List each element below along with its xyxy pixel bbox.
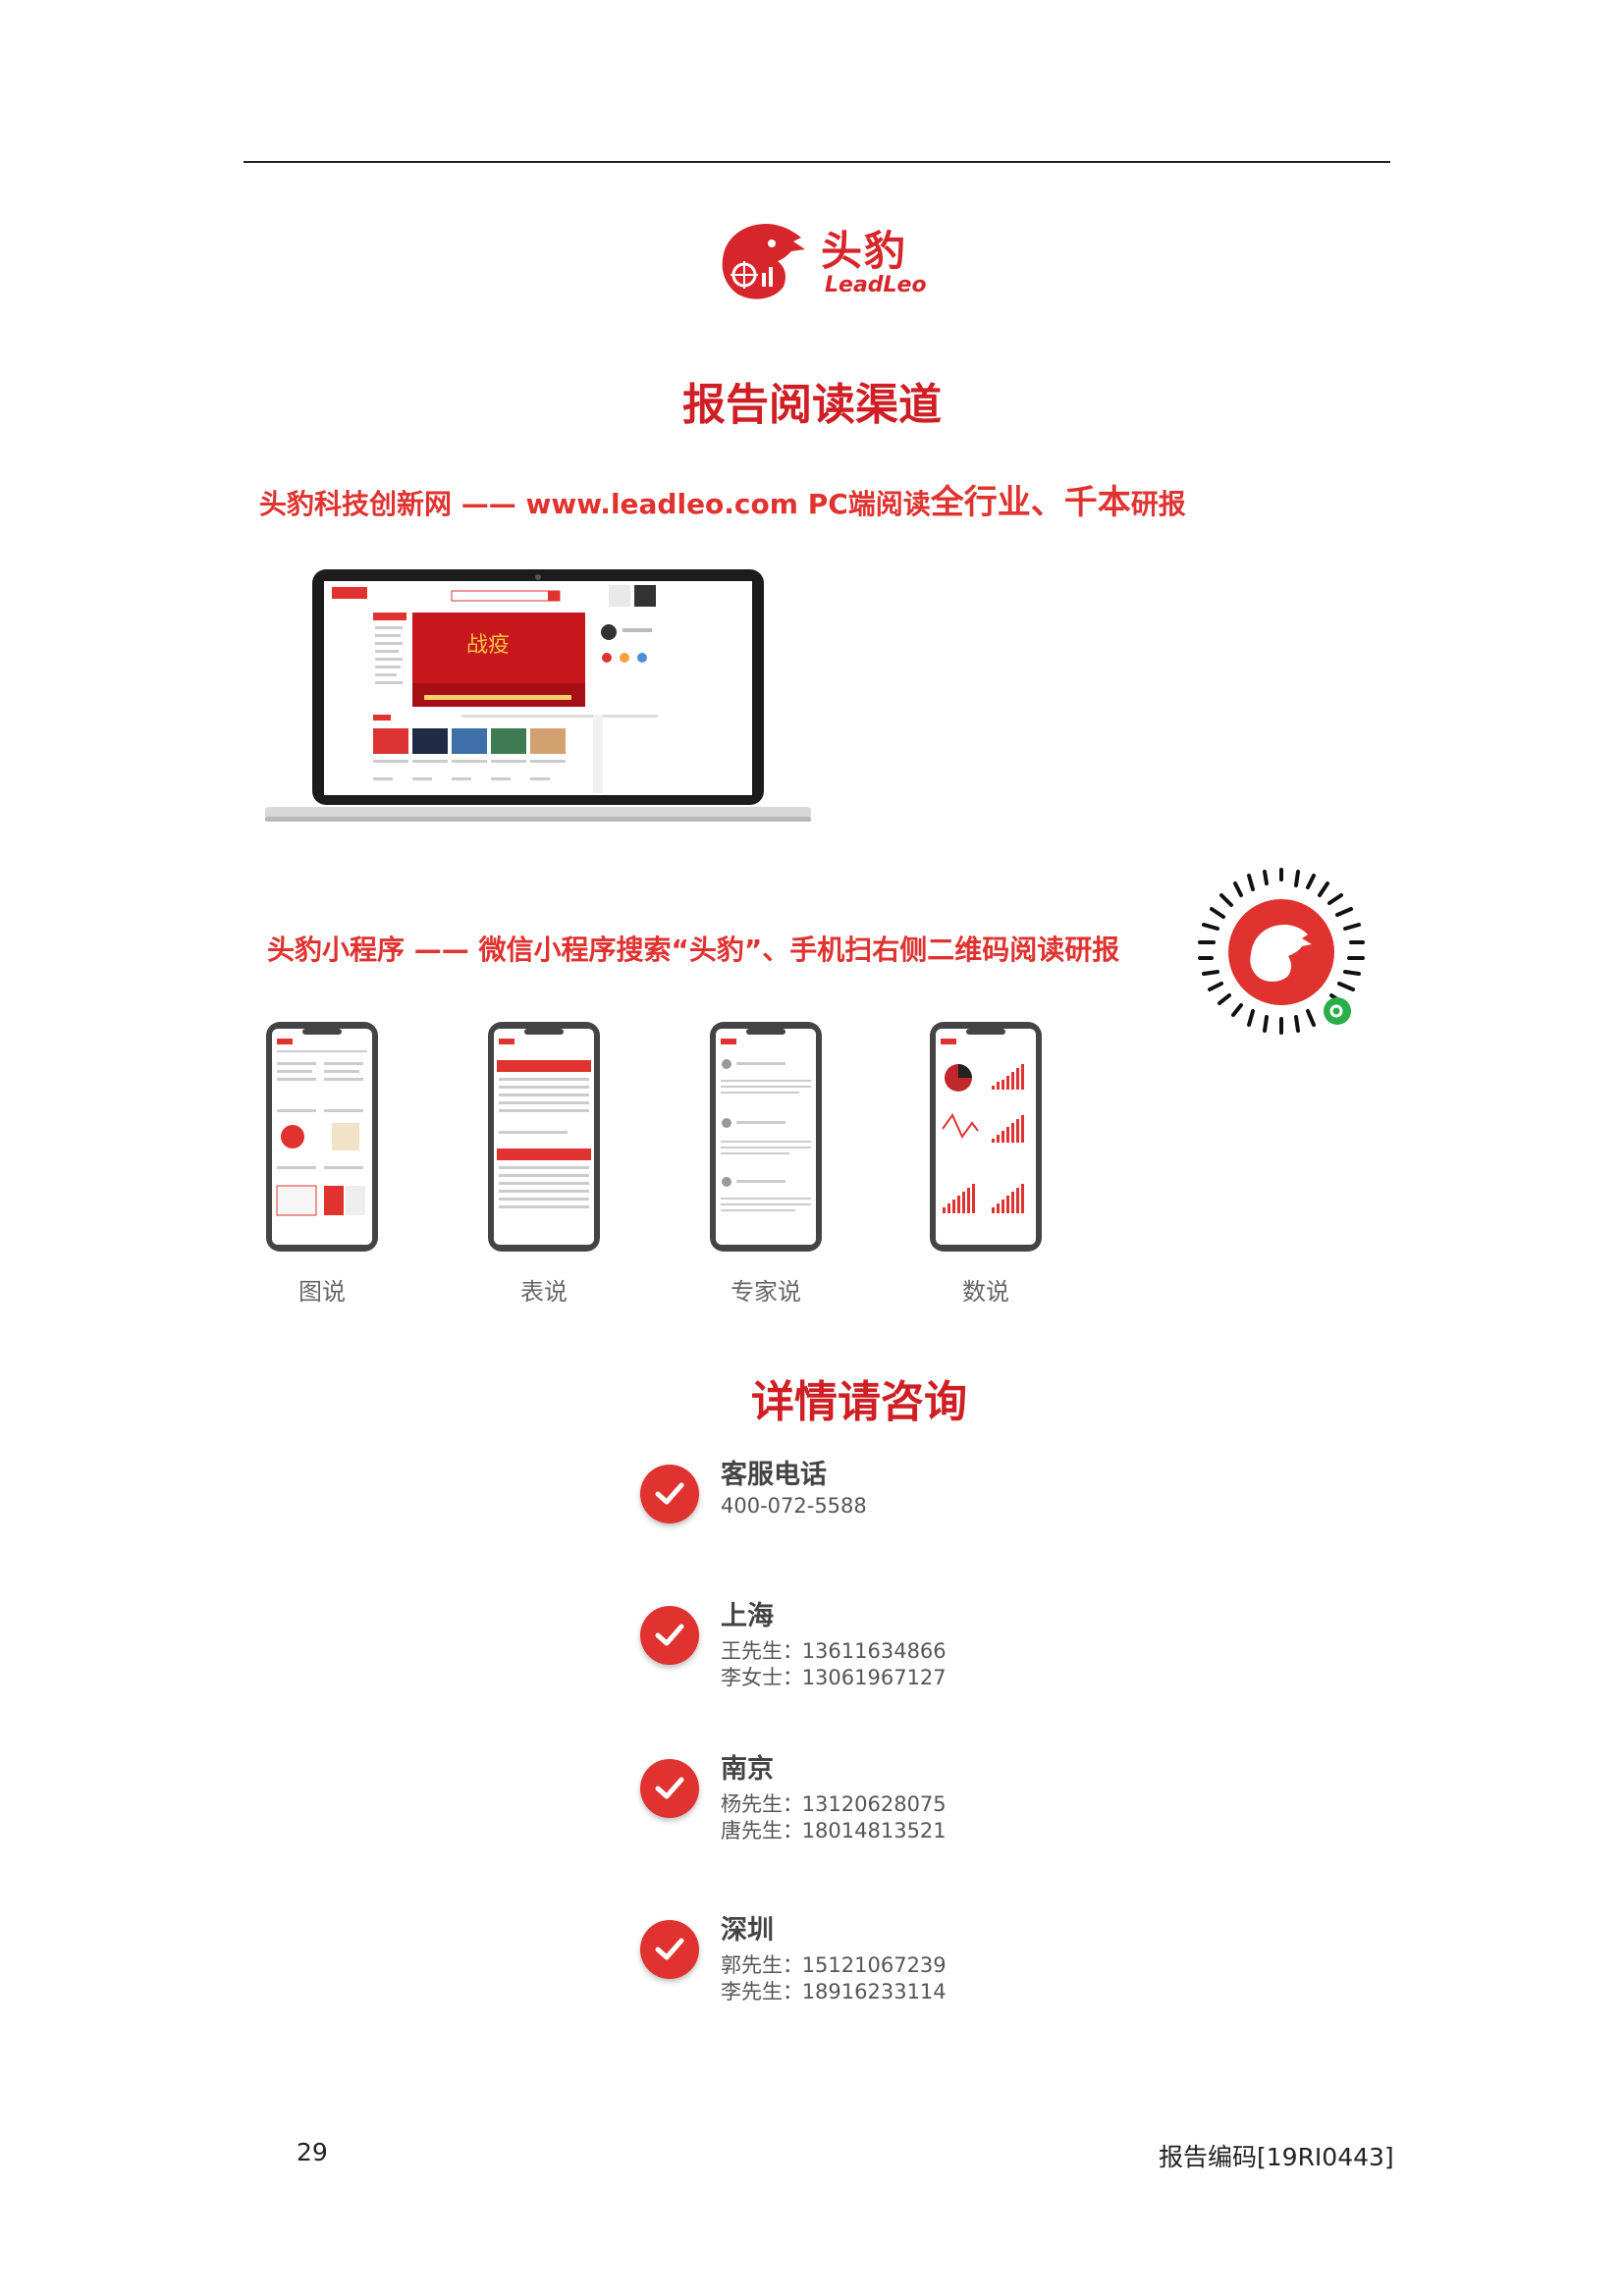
laptop-website-preview: 战疫 [265, 567, 811, 825]
contact-phone: 400-072-5588 [721, 1494, 867, 1518]
contact-name: 李女士： [721, 1666, 803, 1689]
pc-line-emphasis: 全行业、千本 [930, 483, 1131, 522]
contact-phone: 18014813521 [801, 1819, 947, 1842]
check-icon [640, 1920, 699, 1979]
pc-line-text: 头豹科技创新网 —— www.leadleo.com PC端阅读 [259, 488, 931, 520]
svg-text:战疫: 战疫 [466, 633, 510, 658]
phone-label-shushuo: 数说 [962, 1278, 1009, 1306]
phone-label-biaoshuo: 表说 [520, 1278, 568, 1306]
contact-phone: 13120628075 [801, 1792, 947, 1816]
contact-name: 王先生： [721, 1639, 803, 1663]
contact-phone: 13611634866 [801, 1639, 947, 1663]
contact-title: 上海 [721, 1601, 774, 1631]
report-code: 报告编码[19RI0443] [1159, 2143, 1394, 2171]
contact-line: 李女士： 13061967127 [721, 1662, 947, 1691]
contact-line: 李先生： 18916233114 [721, 1976, 947, 2005]
mini-program-qr-code[interactable] [1190, 864, 1373, 1046]
check-icon [640, 1759, 699, 1818]
contact-name: 李先生： [721, 1980, 803, 2003]
contact-name: 杨先生： [721, 1792, 803, 1816]
contact-phone: 13061967127 [801, 1666, 947, 1689]
section-title-contact: 详情请咨询 [751, 1377, 967, 1427]
contact-line: 唐先生： 18014813521 [721, 1815, 947, 1844]
leopard-head-icon [722, 224, 805, 299]
phone-preview-biaoshuo [487, 1021, 601, 1253]
page-number: 29 [297, 2138, 328, 2166]
check-icon [640, 1465, 699, 1523]
leadleo-logo: 头豹 LeadLeo [715, 216, 931, 306]
phone-preview-shushuo [929, 1021, 1043, 1253]
contact-name: 唐先生： [721, 1819, 803, 1842]
contact-line: 王先生： 13611634866 [721, 1635, 947, 1665]
brand-name-en: LeadLeo [825, 273, 927, 297]
pc-channel-line: 头豹科技创新网 —— www.leadleo.com PC端阅读全行业、千本研报 [259, 475, 1186, 523]
header-rule [244, 161, 1390, 163]
phone-preview-zhuanjiashuo [709, 1021, 823, 1253]
brand-name-cn: 头豹 [821, 227, 908, 275]
check-icon [640, 1606, 699, 1665]
phone-label-tushuo: 图说 [298, 1278, 346, 1306]
contact-phone: 18916233114 [801, 1980, 947, 2003]
contact-title: 客服电话 [721, 1460, 827, 1490]
contact-name: 郭先生： [721, 1953, 803, 1977]
contact-line: 郭先生： 15121067239 [721, 1949, 947, 1979]
contact-title: 南京 [721, 1754, 774, 1785]
contact-title: 深圳 [721, 1915, 774, 1946]
contact-phone: 15121067239 [801, 1953, 947, 1977]
pc-line-tail: 研报 [1130, 488, 1186, 520]
phone-preview-tushuo [265, 1021, 379, 1253]
phone-label-zhuanjiashuo: 专家说 [731, 1278, 801, 1306]
mini-program-line: 头豹小程序 —— 微信小程序搜索“头豹”、手机扫右侧二维码阅读研报 [267, 934, 1120, 966]
contact-line: 杨先生： 13120628075 [721, 1789, 947, 1818]
section-title-reading-channels: 报告阅读渠道 [682, 380, 942, 430]
